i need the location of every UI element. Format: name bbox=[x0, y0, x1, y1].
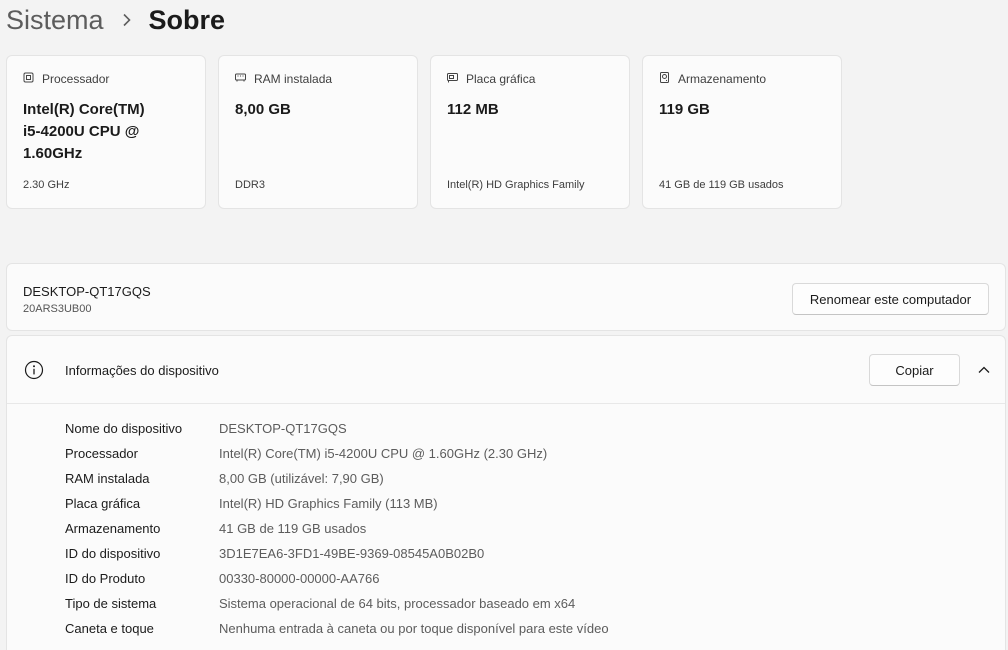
spec-card-ram: RAM instalada 8,00 GB DDR3 bbox=[218, 55, 418, 209]
info-value: 41 GB de 119 GB usados bbox=[219, 521, 367, 536]
info-value: DESKTOP-QT17GQS bbox=[219, 421, 347, 436]
info-value: Intel(R) Core(TM) i5-4200U CPU @ 1.60GHz… bbox=[219, 446, 548, 461]
info-value: 00330-80000-00000-AA766 bbox=[219, 571, 380, 586]
info-value: Sistema operacional de 64 bits, processa… bbox=[219, 596, 576, 611]
card-subtext: Intel(R) HD Graphics Family bbox=[447, 179, 585, 191]
info-value: Nenhuma entrada à caneta ou por toque di… bbox=[219, 621, 609, 636]
rename-computer-button[interactable]: Renomear este computador bbox=[792, 283, 989, 315]
page-title: Sobre bbox=[148, 4, 226, 35]
card-value: Intel(R) Core(TM) i5-4200U CPU @ 1.60GHz bbox=[23, 101, 145, 162]
info-row-ram: RAM instalada 8,00 GB (utilizável: 7,90 … bbox=[65, 466, 609, 491]
info-row-device-name: Nome do dispositivo DESKTOP-QT17GQS bbox=[65, 416, 609, 441]
info-label: Caneta e toque bbox=[65, 621, 154, 636]
chevron-up-icon[interactable] bbox=[977, 363, 991, 377]
device-info-table: Nome do dispositivo DESKTOP-QT17GQS Proc… bbox=[65, 416, 609, 641]
info-label: Tipo de sistema bbox=[65, 596, 157, 611]
device-info-panel: Informações do dispositivo Copiar Nome d… bbox=[6, 335, 1006, 650]
card-label: Processador bbox=[42, 72, 110, 86]
spec-card-storage: Armazenamento 119 GB 41 GB de 119 GB usa… bbox=[642, 55, 842, 209]
info-row-processor: Processador Intel(R) Core(TM) i5-4200U C… bbox=[65, 441, 609, 466]
spec-card-processor: Processador Intel(R) Core(TM) i5-4200U C… bbox=[6, 55, 206, 209]
info-row-product-id: ID do Produto 00330-80000-00000-AA766 bbox=[65, 566, 609, 591]
card-label: Placa gráfica bbox=[466, 72, 536, 86]
storage-icon bbox=[659, 72, 670, 86]
device-info-title: Informações do dispositivo bbox=[65, 363, 219, 378]
card-label: RAM instalada bbox=[254, 72, 333, 86]
info-row-device-id: ID do dispositivo 3D1E7EA6-3FD1-49BE-936… bbox=[65, 541, 609, 566]
card-value: 112 MB bbox=[447, 101, 499, 118]
info-icon bbox=[24, 360, 44, 380]
info-row-storage: Armazenamento 41 GB de 119 GB usados bbox=[65, 516, 609, 541]
copy-button[interactable]: Copiar bbox=[869, 354, 960, 386]
computer-model: 20ARS3UB00 bbox=[23, 303, 92, 315]
info-value: 8,00 GB (utilizável: 7,90 GB) bbox=[219, 471, 384, 486]
settings-about-page: Sistema Sobre Processador Intel(R) Core(… bbox=[0, 0, 1008, 650]
info-row-pen-touch: Caneta e toque Nenhuma entrada à caneta … bbox=[65, 616, 609, 641]
info-label: Armazenamento bbox=[65, 521, 161, 536]
info-label: ID do Produto bbox=[65, 571, 146, 586]
processor-icon bbox=[23, 72, 34, 86]
info-value: Intel(R) HD Graphics Family (113 MB) bbox=[219, 496, 438, 511]
card-subtext: DDR3 bbox=[235, 179, 265, 191]
breadcrumb: Sistema Sobre bbox=[6, 2, 225, 38]
ram-icon bbox=[235, 72, 246, 86]
card-subtext: 41 GB de 119 GB usados bbox=[659, 179, 784, 191]
spec-cards: Processador Intel(R) Core(TM) i5-4200U C… bbox=[6, 55, 842, 209]
info-label: Placa gráfica bbox=[65, 496, 141, 511]
info-label: RAM instalada bbox=[65, 471, 150, 486]
computer-name: DESKTOP-QT17GQS bbox=[23, 284, 151, 299]
info-label: Nome do dispositivo bbox=[65, 421, 183, 436]
info-row-graphics: Placa gráfica Intel(R) HD Graphics Famil… bbox=[65, 491, 609, 516]
info-label: ID do dispositivo bbox=[65, 546, 161, 561]
computer-name-panel: DESKTOP-QT17GQS 20ARS3UB00 Renomear este… bbox=[6, 263, 1006, 331]
card-subtext: 2.30 GHz bbox=[23, 179, 70, 191]
chevron-right-icon bbox=[122, 13, 132, 27]
info-value: 3D1E7EA6-3FD1-49BE-9369-08545A0B02B0 bbox=[219, 546, 485, 561]
card-label: Armazenamento bbox=[678, 72, 767, 86]
spec-card-graphics: Placa gráfica 112 MB Intel(R) HD Graphic… bbox=[430, 55, 630, 209]
breadcrumb-parent-system[interactable]: Sistema bbox=[6, 5, 104, 36]
info-row-system-type: Tipo de sistema Sistema operacional de 6… bbox=[65, 591, 609, 616]
device-info-header[interactable]: Informações do dispositivo Copiar bbox=[7, 336, 1005, 404]
card-value: 8,00 GB bbox=[235, 101, 291, 118]
card-value: 119 GB bbox=[659, 101, 710, 118]
info-label: Processador bbox=[65, 446, 138, 461]
graphics-card-icon bbox=[447, 72, 458, 86]
